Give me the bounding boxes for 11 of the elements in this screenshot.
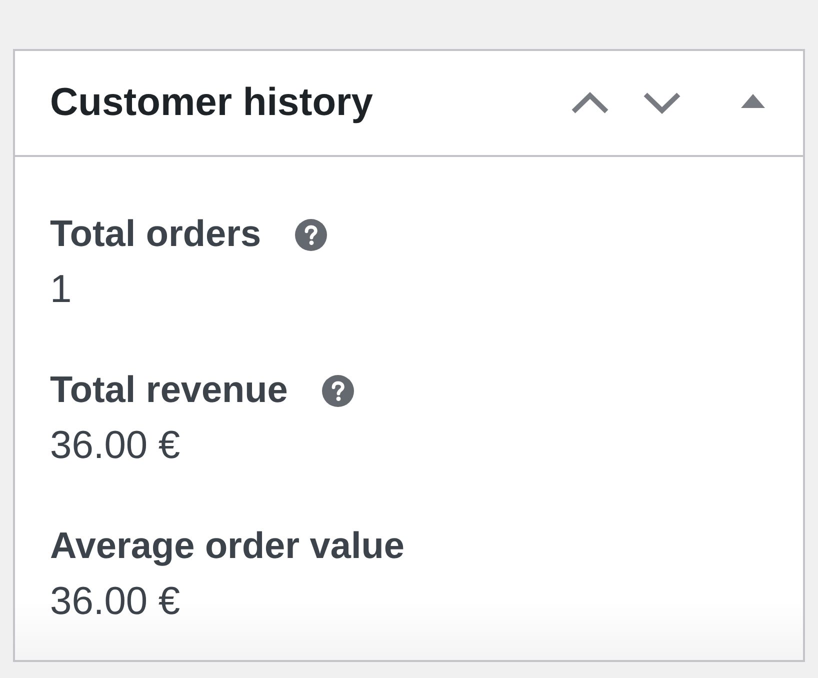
stat-label: Total revenue <box>50 368 288 412</box>
chevron-down-icon <box>643 92 681 114</box>
stat-value: 36.00 € <box>50 423 182 469</box>
stat-label: Total orders <box>50 212 262 256</box>
help-icon[interactable] <box>322 375 354 407</box>
help-icon[interactable] <box>295 219 328 251</box>
stat-value: 1 <box>50 267 73 313</box>
stat-value: 36.00 € <box>50 579 182 625</box>
stat-label: Average order value <box>50 524 404 568</box>
panel-title: Customer history <box>50 80 373 126</box>
chevron-up-icon <box>571 92 609 114</box>
